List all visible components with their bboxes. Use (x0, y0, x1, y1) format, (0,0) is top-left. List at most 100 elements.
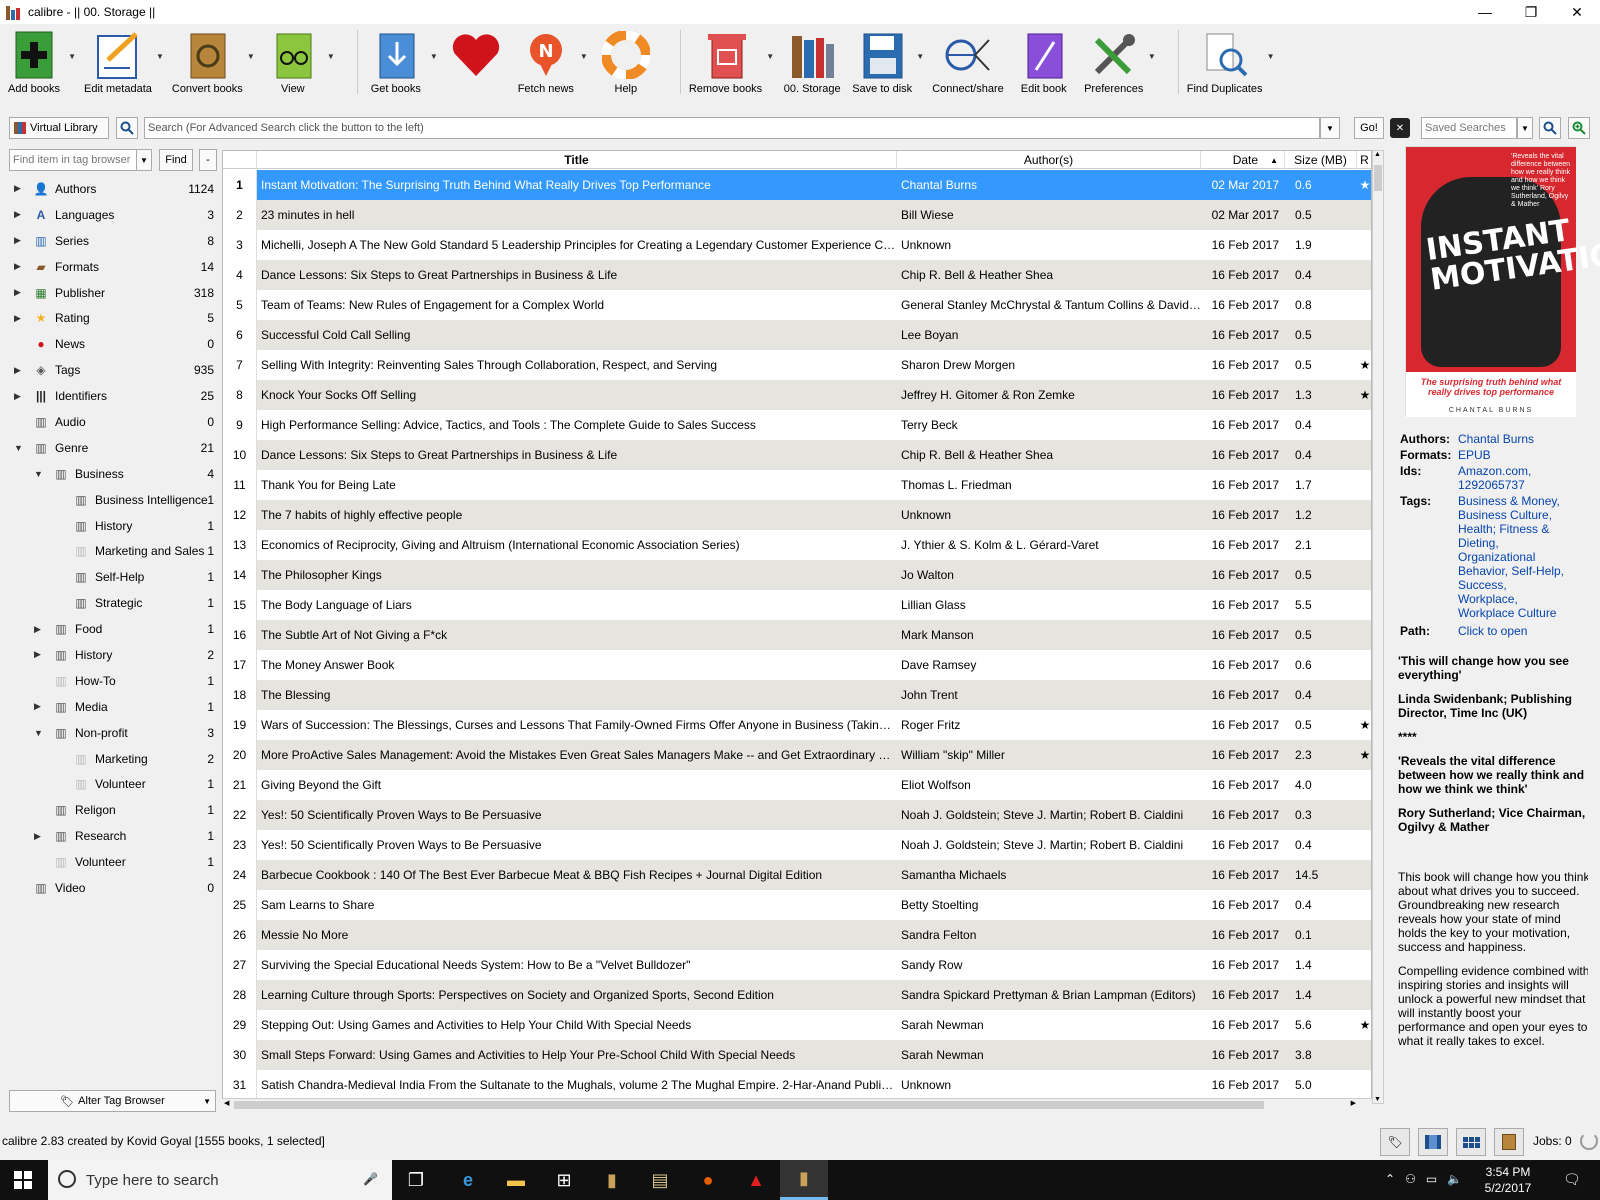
tag-browser-find-input[interactable]: Find item in tag browser (9, 149, 137, 171)
book-row[interactable]: 1 Instant Motivation: The Surprising Trut… (223, 170, 1371, 200)
tag-browser-item[interactable]: ▶ ◈ Tags 935 (0, 357, 218, 383)
saved-searches-dropdown[interactable]: ▼ (1517, 117, 1533, 139)
help-button[interactable]: Help (596, 24, 656, 95)
tag-link[interactable]: Organizational (1458, 550, 1592, 564)
alter-tag-browser-button[interactable]: 🏷 Alter Tag Browser ▼ (9, 1090, 216, 1112)
tag-browser-item[interactable]: ▶ 👤 Authors 1124 (0, 176, 218, 202)
book-row[interactable]: 16 The Subtle Art of Not Giving a F*ck Mar… (223, 620, 1371, 650)
author-link[interactable]: Chantal Burns (1458, 432, 1592, 446)
ebook-viewer-icon[interactable]: ▤ (636, 1160, 684, 1200)
add-books-button[interactable]: Add books ▼ (4, 24, 76, 95)
collapsed-arrow-icon[interactable]: ▶ (14, 313, 24, 324)
book-row[interactable]: 26 Messie No More Sandra Felton 16 Feb 2017… (223, 920, 1371, 950)
calibre-taskbar-icon[interactable]: ▮ (588, 1160, 636, 1200)
store-icon[interactable]: ⊞ (540, 1160, 588, 1200)
heart-button[interactable] (446, 24, 506, 83)
tag-browser-item[interactable]: ▥ How-To 1 (0, 668, 218, 694)
book-row[interactable]: 12 The 7 habits of highly effective peopl… (223, 500, 1371, 530)
save-to-disk-button[interactable]: Save to disk ▼ (852, 24, 924, 95)
tag-browser-item[interactable]: ▶ ▥ Food 1 (0, 616, 218, 642)
collapsed-arrow-icon[interactable]: ▶ (34, 831, 44, 842)
taskbar-search-input[interactable]: Type here to search 🎤 (48, 1160, 392, 1200)
tag-browser-item[interactable]: ▶ ▦ Publisher 318 (0, 280, 218, 306)
tag-link[interactable]: Dieting, (1458, 536, 1592, 550)
book-row[interactable]: 27 Surviving the Special Educational Need… (223, 950, 1371, 980)
get-books-button[interactable]: Get books ▼ (366, 24, 438, 95)
book-row[interactable]: 21 Giving Beyond the Gift Eliot Wolfson 16 … (223, 770, 1371, 800)
format-link[interactable]: EPUB (1458, 448, 1592, 462)
find-duplicates-button[interactable]: Find Duplicates ▼ (1187, 24, 1275, 95)
file-explorer-icon[interactable]: ▬ (492, 1160, 540, 1200)
search-history-dropdown[interactable]: ▼ (1320, 117, 1340, 139)
view-button[interactable]: View ▼ (263, 24, 335, 95)
virtual-library-button[interactable]: Virtual Library (9, 117, 109, 139)
book-row[interactable]: 13 Economics of Reciprocity, Giving and A… (223, 530, 1371, 560)
tag-browser-collapse-button[interactable]: - (199, 149, 217, 171)
tag-browser-item[interactable]: ▶ ★ Rating 5 (0, 305, 218, 331)
people-icon[interactable]: ⚇ (1405, 1172, 1416, 1186)
chevron-down-icon[interactable]: ▼ (327, 52, 335, 61)
book-row[interactable]: 14 The Philosopher Kings Jo Walton 16 Feb 2… (223, 560, 1371, 590)
save-search-icon[interactable] (1568, 117, 1590, 139)
expanded-arrow-icon[interactable]: ▼ (34, 728, 44, 738)
tag-link[interactable]: Success, (1458, 578, 1592, 592)
date-column-header[interactable]: Date ▲ (1201, 151, 1285, 169)
collapsed-arrow-icon[interactable]: ▶ (14, 209, 24, 220)
collapsed-arrow-icon[interactable]: ▶ (14, 261, 24, 272)
tag-browser-item[interactable]: ▶ ▰ Formats 14 (0, 254, 218, 280)
tag-browser-item[interactable]: ▼ ▥ Non-profit 3 (0, 720, 218, 746)
collapsed-arrow-icon[interactable]: ▶ (34, 624, 44, 635)
tag-browser-item[interactable]: ▥ Video 0 (0, 875, 218, 901)
path-link[interactable]: Click to open (1458, 624, 1592, 638)
tag-browser-item[interactable]: ▶ ▥ Research 1 (0, 823, 218, 849)
tag-link[interactable]: Workplace Culture (1458, 606, 1592, 620)
tag-browser-item[interactable]: ▶ ▥ History 2 (0, 642, 218, 668)
tag-browser-item[interactable]: ▼ ▥ Genre 21 (0, 435, 218, 461)
firefox-icon[interactable]: ● (684, 1160, 732, 1200)
book-row[interactable]: 20 More ProActive Sales Management: Avoid… (223, 740, 1371, 770)
preferences-button[interactable]: Preferences ▼ (1084, 24, 1156, 95)
chevron-down-icon[interactable]: ▼ (580, 52, 588, 61)
tag-browser-toggle-icon[interactable]: 🏷 (1380, 1128, 1410, 1156)
title-column-header[interactable]: Title (257, 151, 897, 169)
chevron-down-icon[interactable]: ▼ (1267, 52, 1275, 61)
search-saved-icon[interactable] (1539, 117, 1561, 139)
collapsed-arrow-icon[interactable]: ▶ (14, 287, 24, 298)
tag-browser-item[interactable]: ▶ ▥ Series 8 (0, 228, 218, 254)
chevron-up-icon[interactable]: ⌃ (1385, 1172, 1395, 1186)
chevron-down-icon[interactable]: ▼ (1148, 52, 1156, 61)
tag-link[interactable]: Business Culture, (1458, 508, 1592, 522)
chevron-down-icon[interactable]: ▼ (68, 52, 76, 61)
task-view-icon[interactable]: ❐ (392, 1160, 440, 1200)
book-list-vertical-scrollbar[interactable]: ▲ ▼ (1372, 150, 1384, 1104)
collapsed-arrow-icon[interactable]: ▶ (14, 235, 24, 246)
book-row[interactable]: 5 Team of Teams: New Rules of Engagement … (223, 290, 1371, 320)
maximize-button[interactable]: ❐ (1508, 0, 1554, 24)
book-cover[interactable]: 'Reveals the vital difference between ho… (1405, 146, 1600, 417)
collapsed-arrow-icon[interactable]: ▶ (14, 183, 24, 194)
rating-column-header[interactable]: R (1357, 151, 1371, 169)
tag-browser-item[interactable]: ▶ ▥ Media 1 (0, 694, 218, 720)
book-row[interactable]: 4 Dance Lessons: Six Steps to Great Partn… (223, 260, 1371, 290)
tag-browser-find-button[interactable]: Find (159, 149, 193, 171)
tag-link[interactable]: Business & Money, (1458, 494, 1592, 508)
acrobat-icon[interactable]: ▲ (732, 1160, 780, 1200)
search-input[interactable]: Search (For Advanced Search click the bu… (144, 117, 1320, 139)
collapsed-arrow-icon[interactable]: ▶ (34, 649, 44, 660)
clear-search-icon[interactable]: ✕ (1390, 118, 1410, 138)
book-details-toggle-icon[interactable] (1494, 1128, 1524, 1156)
book-row[interactable]: 19 Wars of Succession: The Blessings, Cur… (223, 710, 1371, 740)
tag-browser-item[interactable]: ▶ ||| Identifiers 25 (0, 383, 218, 409)
tag-browser-item[interactable]: ▥ Marketing and Sales 1 (0, 538, 218, 564)
saved-searches-input[interactable]: Saved Searches (1421, 117, 1517, 139)
tag-browser-item[interactable]: ▥ Volunteer 1 (0, 849, 218, 875)
book-row[interactable]: 18 The Blessing John Trent 16 Feb 2017 0.4 (223, 680, 1371, 710)
edit-book-button[interactable]: Edit book (1014, 24, 1074, 95)
book-row[interactable]: 2 23 minutes in hell Bill Wiese 02 Mar 2017… (223, 200, 1371, 230)
tag-browser-item[interactable]: ▥ History 1 (0, 513, 218, 539)
book-row[interactable]: 29 Stepping Out: Using Games and Activiti… (223, 1010, 1371, 1040)
tag-browser-find-dropdown[interactable]: ▼ (136, 149, 152, 171)
tag-browser-item[interactable]: ▥ Volunteer 1 (0, 771, 218, 797)
tag-browser-item[interactable]: ▥ Religon 1 (0, 797, 218, 823)
chevron-down-icon[interactable]: ▼ (916, 52, 924, 61)
